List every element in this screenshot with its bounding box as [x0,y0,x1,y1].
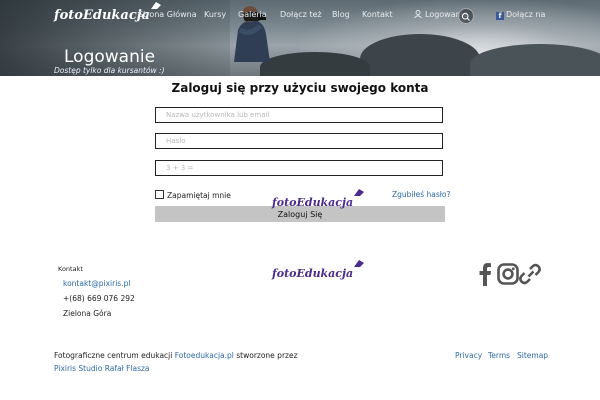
footer-studio-link[interactable]: Pixiris Studio Rafał Flasza [54,364,150,373]
password-input[interactable] [155,133,443,149]
remember-me-checkbox[interactable]: Zapamiętaj mnie [155,190,231,200]
hero-banner: fotoEdukacja Strona Główna Kursy Galeria… [0,0,600,76]
form-logo: fotoEdukacja [272,189,369,209]
camera-logo-icon [151,2,162,9]
footer-link-privacy[interactable]: Privacy [455,351,482,360]
nav-item-home[interactable]: Strona Główna [138,10,197,19]
footer-city: Zielona Góra [63,309,112,318]
nav-item-blog[interactable]: Blog [332,10,350,19]
user-icon [414,10,422,19]
search-icon [461,12,470,21]
checkbox-box[interactable] [155,190,164,199]
facebook-icon[interactable] [478,262,492,286]
facebook-join-link[interactable]: f Dołącz na [496,10,545,20]
footer-contact-heading: Kontakt [58,265,83,273]
nav-item-join[interactable]: Dołącz też [280,10,322,19]
link-icon[interactable] [519,262,541,286]
username-input[interactable] [155,107,443,123]
footer-phone: +(68) 669 076 292 [63,294,135,303]
footer-credits: Fotograficzne centrum edukacji Fotoeduka… [54,351,298,360]
remember-me-label: Zapamiętaj mnie [167,191,231,200]
forgot-password-link[interactable]: Zgubiłeś hasło? [392,190,451,199]
search-button[interactable] [458,8,474,24]
footer-link-terms[interactable]: Terms [488,351,510,360]
camera-logo-icon [353,260,364,267]
login-heading: Zaloguj się przy użyciu swojego konta [171,81,429,95]
nav-item-courses[interactable]: Kursy [204,10,226,19]
footer-logo[interactable]: fotoEdukacja [272,260,369,280]
page-subtitle: Dostęp tylko dla kursantów :) [54,66,165,75]
instagram-icon[interactable] [497,262,519,286]
footer-site-link[interactable]: Fotoedukacja.pl [175,351,234,360]
captcha-input[interactable] [155,160,443,176]
page-title: Logowanie [64,47,156,67]
nav-item-contact[interactable]: Kontakt [362,10,393,19]
facebook-icon: f [496,12,504,20]
footer-link-sitemap[interactable]: Sitemap [517,351,548,360]
nav-item-gallery[interactable]: Galeria [238,10,267,19]
footer-email-link[interactable]: kontakt@pixiris.pl [63,279,130,288]
camera-logo-icon [353,189,364,196]
